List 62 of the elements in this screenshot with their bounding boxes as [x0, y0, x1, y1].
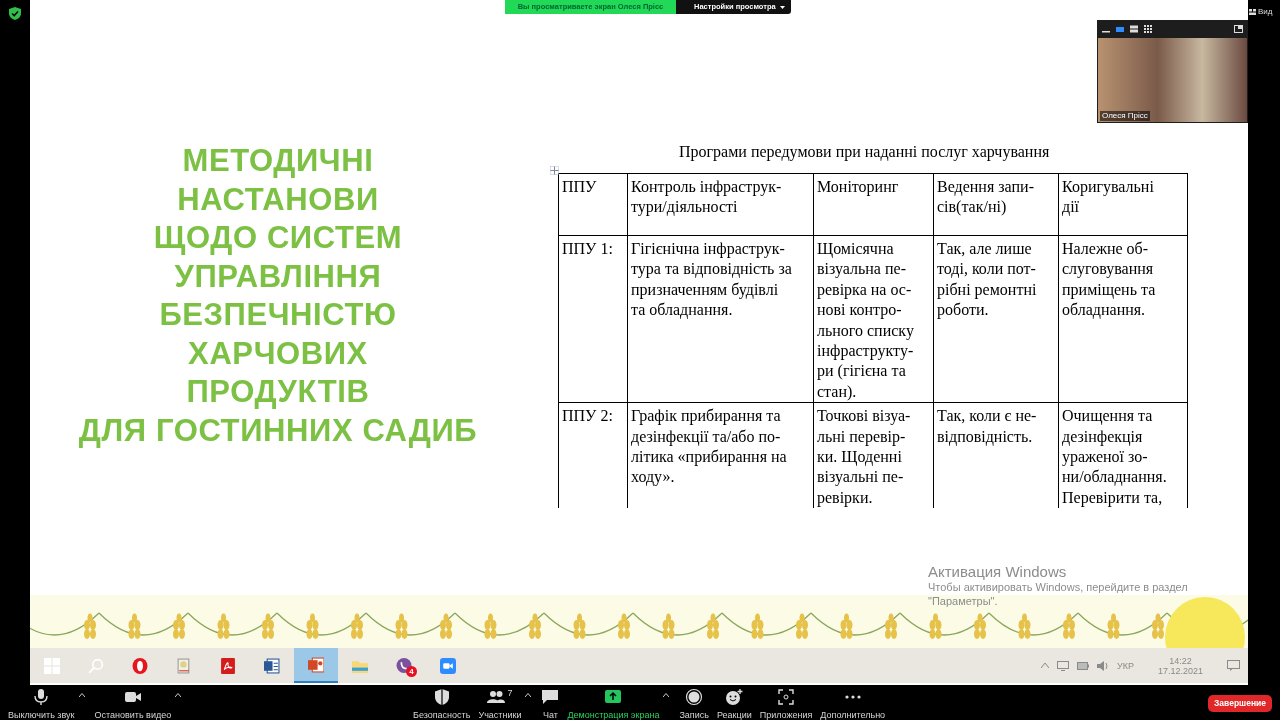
- speaker-icon[interactable]: [1097, 660, 1109, 671]
- microphone-icon: [32, 688, 51, 706]
- toolbar-button[interactable]: Выключить звук: [4, 685, 79, 720]
- column-header: Коригувальні дії: [1058, 173, 1188, 236]
- pen-document-icon[interactable]: [176, 657, 192, 674]
- shield-check-icon: [9, 7, 21, 20]
- battery-icon[interactable]: [1077, 661, 1089, 670]
- toolbar-button[interactable]: Приложения: [755, 685, 817, 720]
- table-cell: Так, але лише тоді, коли пот- рібні ремонтні роботи.: [933, 235, 1059, 403]
- toolbar-button[interactable]: Чат: [537, 685, 564, 720]
- caret-up-icon[interactable]: [175, 693, 182, 697]
- video-camera-icon[interactable]: [440, 657, 456, 674]
- speaker-view-icon[interactable]: [1116, 25, 1124, 33]
- table-cell: Гігієнічна інфраструк- тура та відповідність за призначенням будівлі та обладнання.: [627, 235, 814, 403]
- toolbar-button[interactable]: Реакции: [712, 685, 756, 720]
- toolbar-button[interactable]: Остановить видео: [90, 685, 176, 720]
- apps-icon: [777, 688, 795, 706]
- shield-icon: [432, 688, 451, 706]
- toolbar-button[interactable]: Безопасность: [409, 685, 475, 720]
- table-cell: ППУ 2:: [558, 402, 628, 509]
- people-icon: [487, 688, 506, 706]
- column-header: Ведення запи- сів(так/ні): [933, 173, 1059, 236]
- grid-view-icon[interactable]: [1144, 25, 1152, 33]
- toolbar-button[interactable]: Запись: [675, 685, 713, 720]
- move-handle-icon[interactable]: [550, 166, 559, 175]
- activation-hint: Чтобы активировать Windows, перейдите в раздел "Параметры".: [928, 580, 1189, 608]
- notification-icon[interactable]: [1227, 660, 1240, 671]
- strip-view-icon[interactable]: [1130, 25, 1138, 33]
- activation-title: Активация Windows: [928, 563, 1068, 580]
- toolbar-button[interactable]: 7 Участники: [474, 685, 526, 720]
- view-button[interactable]: Вид: [1248, 7, 1274, 16]
- more-icon: [844, 695, 861, 699]
- participant-count: 7: [507, 688, 513, 698]
- smiley-plus-icon: [725, 688, 744, 706]
- column-header: Контроль інфраструк- тури/діяльності: [627, 173, 814, 236]
- window-corner-icon: [1234, 25, 1243, 33]
- phone-bubble-icon[interactable]: [396, 657, 412, 674]
- speech-bubble-icon: [541, 688, 560, 706]
- table-cell: ППУ 1:: [558, 235, 628, 403]
- toolbar-button[interactable]: Дополнительно: [816, 685, 890, 720]
- participant-name: Олеся Прісс: [1100, 111, 1150, 121]
- exit-button[interactable]: [1234, 25, 1243, 33]
- column-header: ППУ: [558, 173, 628, 236]
- ring-icon[interactable]: [132, 657, 148, 674]
- table-cell: Належне об- слуговування приміщень та обладнання.: [1058, 235, 1188, 403]
- notification-badge: 4: [406, 666, 417, 677]
- document-lines-icon[interactable]: [264, 657, 280, 674]
- slide-title: МЕТОДИЧНІ НАСТАНОВИ ЩОДО СИСТЕМ УПРАВЛІННЯ БЕЗПЕЧНІСТЮ ХАРЧОВИХ ПРОДУКТІВ ДЛЯ ГОСТИННИХ САДИБ: [77, 142, 479, 450]
- caret-down-icon: [779, 5, 785, 9]
- caret-up-icon[interactable]: [663, 693, 670, 697]
- column-header: Моніторинг: [813, 173, 934, 236]
- end-meeting-button[interactable]: Завершение: [1208, 695, 1272, 712]
- toolbar-button[interactable]: Демонстрация экрана: [563, 685, 664, 720]
- network-icon[interactable]: [1057, 660, 1069, 671]
- slides-icon[interactable]: [308, 656, 324, 673]
- swirl-document-icon[interactable]: [220, 657, 236, 674]
- caret-up-icon[interactable]: [525, 693, 532, 697]
- grid-icon: [1249, 8, 1256, 15]
- caret-up-icon[interactable]: [78, 693, 85, 697]
- table-title: Програми передумови при наданні послуг харчування: [678, 142, 1051, 163]
- table-cell: Щомісячна візуальна пе- ревірка на ос- нові контро- льного списку інфраструкту- ри (гігієна та стан).: [813, 235, 934, 403]
- record-icon: [685, 688, 704, 706]
